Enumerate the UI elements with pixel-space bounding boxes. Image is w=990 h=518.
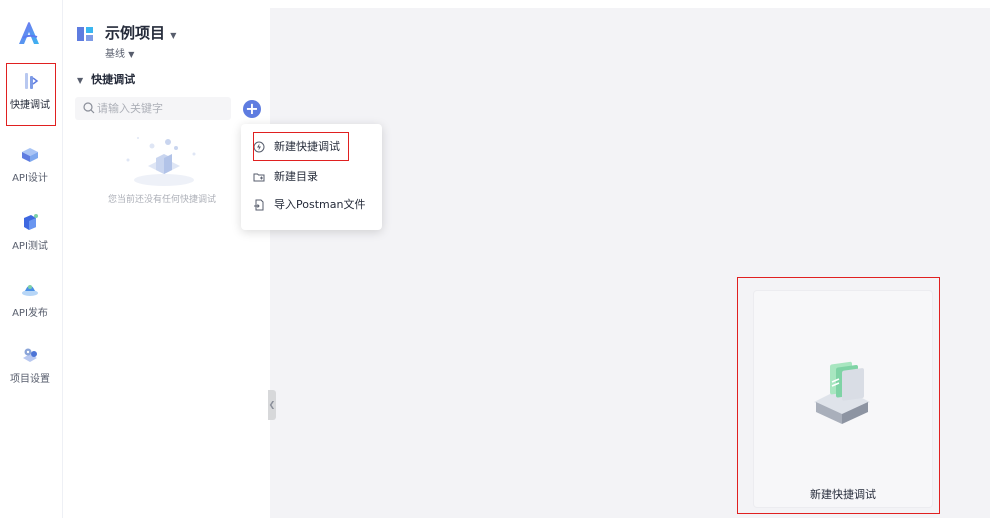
api-design-icon [22, 148, 38, 162]
menu-item-import-postman[interactable]: 导入Postman文件 [253, 194, 365, 216]
api-publish-icon [22, 285, 38, 296]
menu-item-label: 新建目录 [274, 170, 318, 183]
nav-label: API测试 [12, 241, 48, 252]
app-logo[interactable] [15, 20, 43, 46]
new-folder-icon [253, 173, 265, 182]
chevron-down-icon: ▼ [128, 50, 135, 59]
search-input[interactable]: 请输入关键字 [75, 97, 231, 120]
highlight-box-card [737, 277, 940, 514]
api-test-icon [24, 214, 38, 230]
nav-label: API设计 [12, 173, 48, 184]
highlight-box-menu-item [253, 132, 349, 161]
section-title: 快捷调试 [91, 73, 136, 86]
import-file-icon [254, 199, 264, 211]
chevron-down-icon: ▼ [170, 31, 177, 40]
caret-down-icon: ▼ [77, 76, 84, 85]
nav-item-api-design[interactable]: API设计 [4, 137, 56, 197]
nav-label: 项目设置 [10, 374, 50, 385]
empty-illustration [126, 137, 196, 186]
section-quick-debug[interactable]: ▼ 快捷调试 [77, 71, 135, 87]
project-switcher[interactable]: 示例项目 ▼ [105, 22, 176, 43]
search-icon [83, 102, 95, 114]
add-button[interactable]: + [243, 100, 261, 118]
branch-name: 基线 [105, 49, 125, 60]
nav-item-api-publish[interactable]: API发布 [4, 272, 56, 332]
collapse-panel-handle[interactable]: ❮ [268, 390, 276, 420]
branch-switcher[interactable]: 基线 ▼ [105, 45, 134, 60]
nav-label: API发布 [12, 308, 48, 319]
nav-item-project-settings[interactable]: 项目设置 [4, 338, 56, 398]
menu-item-new-folder[interactable]: 新建目录 [253, 166, 318, 188]
empty-state-text: 您当前还没有任何快捷调试 [108, 195, 217, 205]
project-settings-icon [23, 348, 37, 362]
highlight-box-nav [6, 63, 56, 126]
nav-item-api-test[interactable]: API测试 [4, 205, 56, 265]
project-name: 示例项目 [105, 24, 166, 42]
menu-item-label: 导入Postman文件 [274, 198, 366, 211]
project-icon [77, 27, 93, 41]
